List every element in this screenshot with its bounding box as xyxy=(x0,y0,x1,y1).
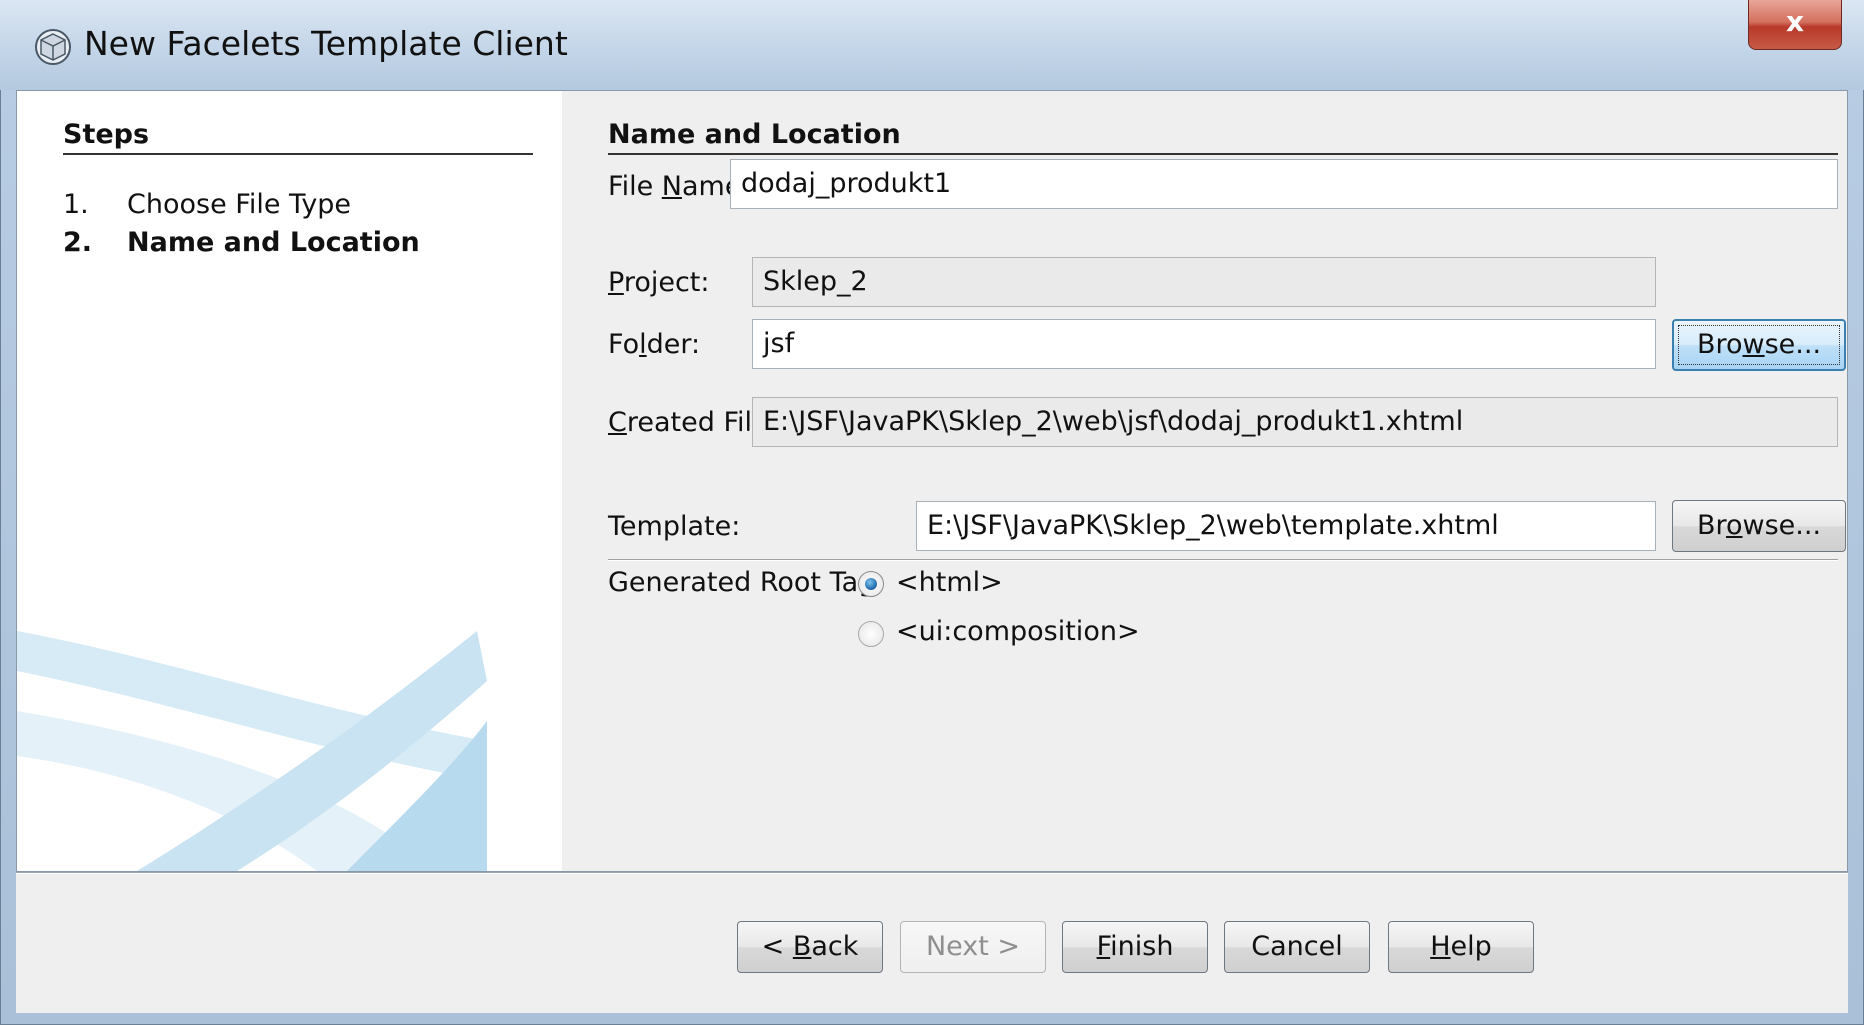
project-label: Project: xyxy=(608,267,710,298)
button-bar: < Back Next > Finish Cancel Help xyxy=(16,872,1848,1013)
step-number: 2. xyxy=(63,227,93,258)
netbeans-cube-icon xyxy=(35,29,71,65)
folder-input[interactable]: jsf xyxy=(752,319,1656,369)
close-button[interactable]: x xyxy=(1748,0,1842,50)
radio-selected-dot xyxy=(865,578,877,590)
step-label: Name and Location xyxy=(127,227,420,258)
template-browse-button[interactable]: Browse... xyxy=(1672,500,1846,552)
back-button[interactable]: < Back xyxy=(737,921,883,973)
root-tag-html-radio[interactable] xyxy=(858,571,884,597)
file-name-input[interactable]: dodaj_produkt1 xyxy=(730,159,1838,209)
root-tag-composition-radio[interactable] xyxy=(858,621,884,647)
help-button[interactable]: Help xyxy=(1388,921,1534,973)
project-field: Sklep_2 xyxy=(752,257,1656,307)
template-input[interactable]: E:\JSF\JavaPK\Sklep_2\web\template.xhtml xyxy=(916,501,1656,551)
template-label: Template: xyxy=(608,511,741,542)
step-number: 1. xyxy=(63,189,89,220)
steps-panel: Steps 1. Choose File Type 2. Name and Loca… xyxy=(17,91,562,871)
folder-browse-button[interactable]: Browse... xyxy=(1672,319,1846,371)
steps-list: 1. Choose File Type 2. Name and Location xyxy=(63,189,420,265)
step-label: Choose File Type xyxy=(127,189,352,220)
close-icon: x xyxy=(1785,5,1805,38)
steps-divider xyxy=(63,153,533,155)
section-title: Name and Location xyxy=(608,119,901,150)
next-button[interactable]: Next > xyxy=(900,921,1046,973)
step-item-current: 2. Name and Location xyxy=(63,227,420,265)
root-tag-composition-label: <ui:composition> xyxy=(896,616,1140,647)
title-bar[interactable]: New Facelets Template Client x xyxy=(0,0,1864,90)
section-divider xyxy=(608,153,1838,155)
root-tag-html-label: <html> xyxy=(896,567,1003,598)
name-location-panel: Name and Location File Name: dodaj_produ… xyxy=(562,91,1847,871)
created-file-field: E:\JSF\JavaPK\Sklep_2\web\jsf\dodaj_prod… xyxy=(752,397,1838,447)
step-item: 1. Choose File Type xyxy=(63,189,420,227)
steps-heading: Steps xyxy=(63,119,150,150)
decorative-swoosh-graphic xyxy=(17,631,487,871)
folder-label: Folder: xyxy=(608,329,701,360)
root-tag-label: Generated Root Tag: xyxy=(608,567,885,598)
finish-button[interactable]: Finish xyxy=(1062,921,1208,973)
window-title: New Facelets Template Client xyxy=(84,24,568,63)
cancel-button[interactable]: Cancel xyxy=(1224,921,1370,973)
dialog-content: Steps 1. Choose File Type 2. Name and Loca… xyxy=(16,90,1848,872)
